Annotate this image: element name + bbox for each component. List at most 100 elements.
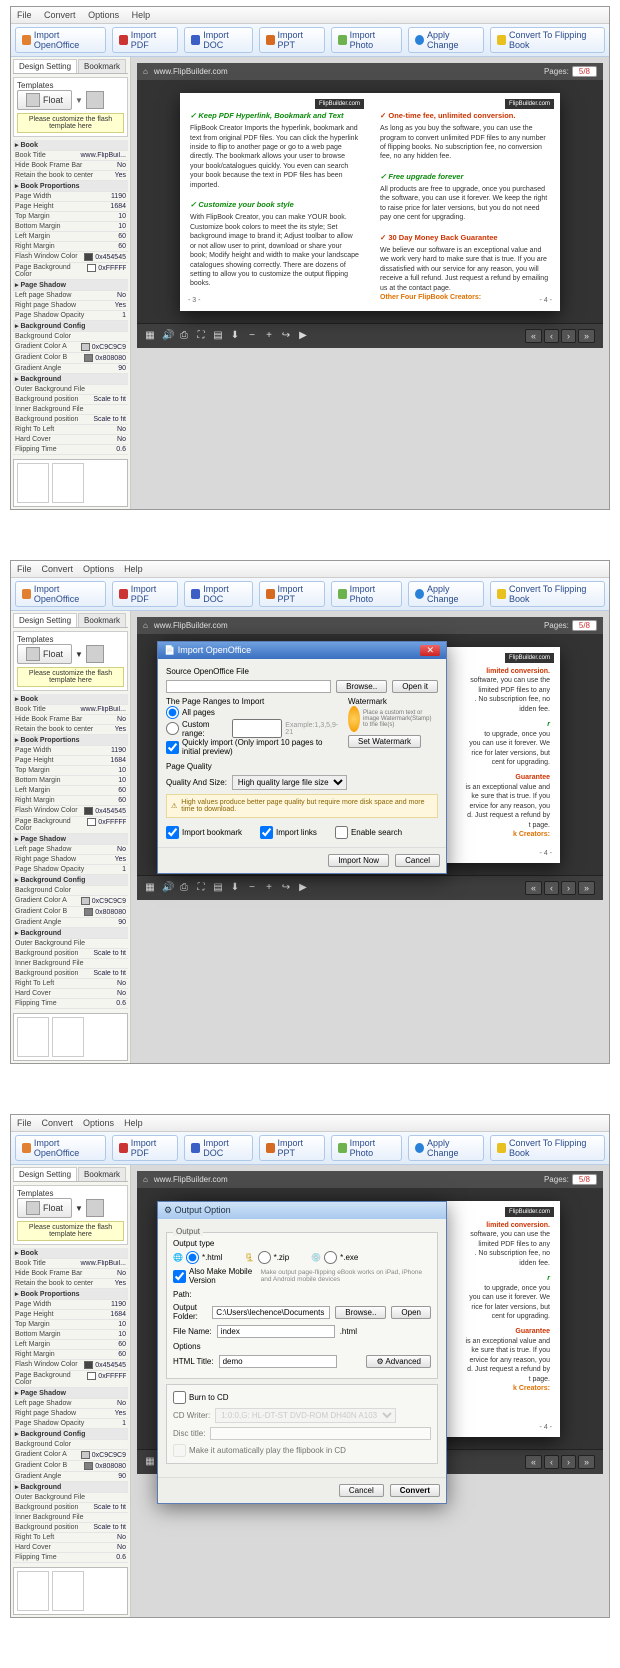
zip-radio[interactable]: 🗜*.zip (244, 1251, 289, 1264)
prop-row[interactable]: Bottom Margin10 (13, 776, 128, 786)
prop-value[interactable]: 10 (118, 223, 126, 230)
prop-row[interactable]: Gradient Color A0xC9C9C9 (13, 1450, 128, 1461)
prop-row[interactable]: Background Color (13, 332, 128, 342)
prop-row[interactable]: Right To LeftNo (13, 425, 128, 435)
prop-value[interactable]: 0.6 (116, 446, 126, 453)
import-photo-button[interactable]: Import Photo (331, 581, 402, 607)
tab-design-setting[interactable]: Design Setting (13, 59, 77, 73)
prop-value[interactable]: 0x454545 (84, 1361, 126, 1369)
next-page-button[interactable]: › (561, 329, 576, 343)
dialog-titlebar[interactable]: 📄 Import OpenOffice ✕ (158, 642, 446, 659)
prop-row[interactable]: Background positionScale to fit (13, 949, 128, 959)
prop-row[interactable]: Right To LeftNo (13, 1533, 128, 1543)
prop-row[interactable]: Bottom Margin10 (13, 1330, 128, 1340)
prop-value[interactable]: No (117, 426, 126, 433)
prop-value[interactable]: 0xFFFFF (87, 1372, 126, 1386)
prop-row[interactable]: Retain the book to centerYes (13, 171, 128, 181)
prop-row[interactable]: Page Background Color0xFFFFF (13, 263, 128, 280)
prop-row[interactable]: Gradient Color A0xC9C9C9 (13, 896, 128, 907)
prop-value[interactable]: 10 (118, 777, 126, 784)
prop-value[interactable]: 90 (118, 365, 126, 372)
menu-options[interactable]: Options (88, 10, 119, 20)
all-pages-radio[interactable]: All pages (166, 706, 340, 719)
prop-value[interactable]: 0x808080 (84, 908, 126, 916)
open-button[interactable]: Open (391, 1306, 431, 1319)
prop-row[interactable]: Gradient Angle90 (13, 1472, 128, 1482)
prop-value[interactable]: No (117, 1270, 126, 1277)
prop-value[interactable]: 60 (118, 797, 126, 804)
convert-button[interactable]: Convert To Flipping Book (490, 27, 605, 53)
prop-group-header[interactable]: ▸ Page Shadow (13, 280, 128, 291)
prop-row[interactable]: Left Margin60 (13, 786, 128, 796)
prop-row[interactable]: Page Background Color0xFFFFF (13, 817, 128, 834)
prop-row[interactable]: Page Width1190 (13, 192, 128, 202)
prop-value[interactable]: 0.6 (116, 1554, 126, 1561)
prop-value[interactable]: 1 (122, 1420, 126, 1427)
share-icon[interactable]: ↪ (281, 331, 291, 341)
prop-group-header[interactable]: ▸ Background Config (13, 321, 128, 332)
prop-row[interactable]: Gradient Color B0x808080 (13, 1461, 128, 1472)
prop-row[interactable]: Inner Background File (13, 959, 128, 969)
prop-value[interactable]: 90 (118, 919, 126, 926)
prop-row[interactable]: Background positionScale to fit (13, 1503, 128, 1513)
prop-row[interactable]: Gradient Angle90 (13, 364, 128, 374)
prop-row[interactable]: Flash Window Color0x454545 (13, 252, 128, 263)
prop-value[interactable]: 10 (118, 1331, 126, 1338)
menu-file[interactable]: File (17, 10, 32, 20)
prop-value[interactable]: 0x454545 (84, 253, 126, 261)
html-radio[interactable]: 🌐*.html (173, 1251, 222, 1264)
browse-button[interactable]: Browse.. (335, 1306, 386, 1319)
html-title-input[interactable] (219, 1355, 337, 1368)
prop-row[interactable]: Page Height1684 (13, 1310, 128, 1320)
prop-value[interactable]: No (117, 292, 126, 299)
convert-button[interactable]: Convert To Flipping Book (490, 581, 605, 607)
prop-group-header[interactable]: ▸ Book (13, 1248, 128, 1259)
prop-value[interactable]: No (117, 980, 126, 987)
prop-value[interactable]: 60 (118, 787, 126, 794)
sound-icon[interactable]: 🔊 (162, 331, 172, 341)
zoom-in-icon[interactable]: + (264, 331, 274, 341)
prop-row[interactable]: Page Height1684 (13, 202, 128, 212)
prop-value[interactable]: 10 (118, 213, 126, 220)
prop-value[interactable]: Scale to fit (93, 970, 126, 977)
prop-value[interactable]: 0xFFFFF (87, 264, 126, 278)
prop-value[interactable]: Scale to fit (93, 416, 126, 423)
prop-row[interactable]: Flash Window Color0x454545 (13, 806, 128, 817)
prop-row[interactable]: Page Width1190 (13, 746, 128, 756)
prop-row[interactable]: Book Titlewww.FlipBuil... (13, 1259, 128, 1269)
prop-value[interactable]: Scale to fit (93, 1504, 126, 1511)
prop-value[interactable]: 1190 (111, 747, 126, 754)
prop-row[interactable]: Gradient Color A0xC9C9C9 (13, 342, 128, 353)
import-openoffice-button[interactable]: Import OpenOffice (15, 581, 106, 607)
prop-value[interactable]: www.FlipBuil... (80, 152, 126, 159)
menu-help[interactable]: Help (132, 10, 151, 20)
prop-value[interactable]: No (117, 1544, 126, 1551)
prop-row[interactable]: Page Background Color0xFFFFF (13, 1371, 128, 1388)
advanced-button[interactable]: ⚙ Advanced (366, 1355, 431, 1368)
custom-range-radio[interactable]: Custom range:Example:1,3,5,9-21 (166, 719, 340, 738)
prop-row[interactable]: Page Shadow Opacity1 (13, 1419, 128, 1429)
prop-group-header[interactable]: ▸ Background Config (13, 875, 128, 886)
import-links-checkbox[interactable]: Import links (260, 826, 317, 839)
prop-value[interactable]: 1684 (110, 203, 126, 210)
print-icon[interactable]: ⎙ (179, 331, 189, 341)
prop-row[interactable]: Outer Background File (13, 939, 128, 949)
prop-row[interactable]: Right Margin60 (13, 242, 128, 252)
dialog-titlebar[interactable]: ⚙ Output Option (158, 1202, 446, 1219)
prop-row[interactable]: Top Margin10 (13, 212, 128, 222)
prop-row[interactable]: Right page ShadowYes (13, 855, 128, 865)
prop-row[interactable]: Gradient Angle90 (13, 918, 128, 928)
prop-value[interactable]: No (117, 990, 126, 997)
prop-row[interactable]: Outer Background File (13, 1493, 128, 1503)
prop-row[interactable]: Bottom Margin10 (13, 222, 128, 232)
enable-search-checkbox[interactable]: Enable search (335, 826, 402, 839)
prop-value[interactable]: Yes (115, 172, 126, 179)
tab-bookmark[interactable]: Bookmark (78, 59, 126, 73)
prop-value[interactable]: Scale to fit (93, 1524, 126, 1531)
menu-convert[interactable]: Convert (44, 10, 76, 20)
prop-row[interactable]: Left page ShadowNo (13, 291, 128, 301)
import-pdf-button[interactable]: Import PDF (112, 27, 179, 53)
download-icon[interactable]: ⬇ (230, 331, 240, 341)
browse-button[interactable]: Browse.. (336, 680, 387, 693)
prop-row[interactable]: Hide Book Frame BarNo (13, 161, 128, 171)
